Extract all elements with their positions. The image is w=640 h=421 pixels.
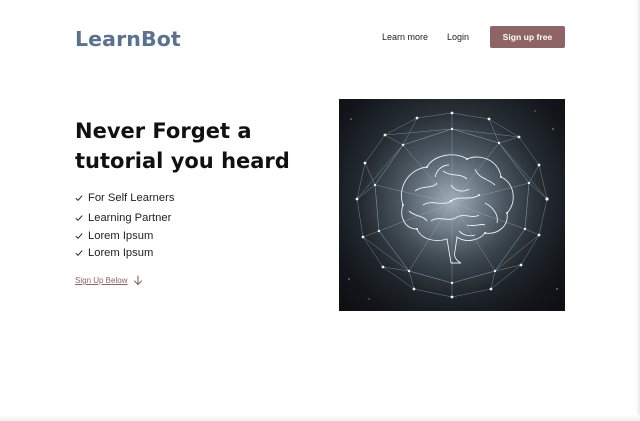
check-icon: [75, 233, 83, 240]
brain-network-illustration: [348, 110, 558, 300]
page-edge: [636, 0, 640, 421]
check-icon: [75, 215, 83, 222]
check-icon: [75, 195, 83, 202]
nav-learn-more-link[interactable]: Learn more: [382, 32, 428, 42]
landing-page: LearnBot Learn more Login Sign up free N…: [0, 0, 640, 421]
feature-label: Learning Partner: [88, 212, 172, 224]
logo[interactable]: LearnBot: [75, 27, 181, 51]
feature-label: For Self Learners: [88, 192, 175, 204]
nav-login-link[interactable]: Login: [447, 32, 469, 42]
signup-free-button[interactable]: Sign up free: [490, 26, 565, 48]
feature-label: Lorem Ipsum: [88, 247, 154, 259]
check-icon: [75, 250, 83, 257]
feature-label: Lorem Ipsum: [88, 230, 154, 242]
arrow-down-icon[interactable]: [133, 275, 143, 286]
hero-image: [339, 99, 565, 311]
hero-headline: Never Forget a tutorial you heard: [75, 119, 290, 173]
page-edge: [0, 415, 640, 421]
signup-below-link[interactable]: Sign Up Below: [75, 276, 127, 285]
